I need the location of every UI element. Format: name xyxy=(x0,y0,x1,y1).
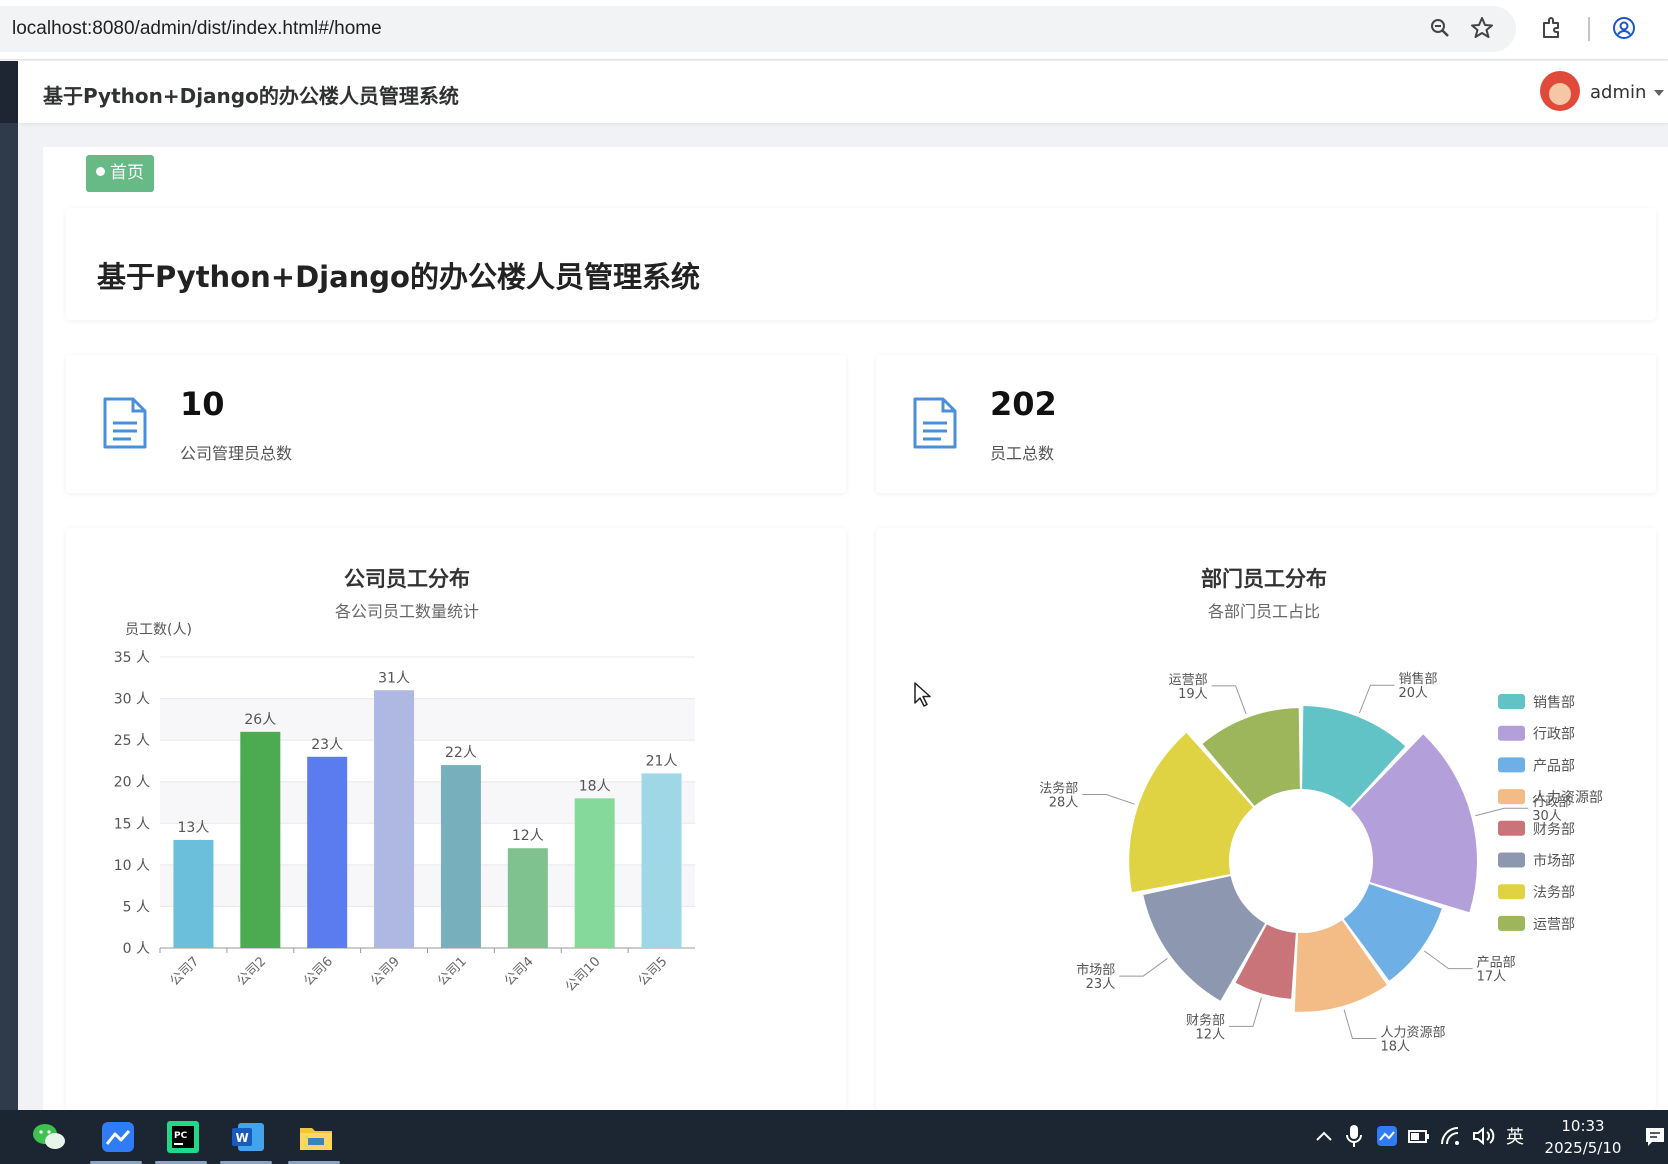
clock-date: 2025/5/10 xyxy=(1544,1139,1622,1157)
bar[interactable] xyxy=(507,848,548,948)
legend-swatch[interactable] xyxy=(1498,789,1525,805)
y-tick-label: 0 人 xyxy=(123,941,150,957)
legend-swatch[interactable] xyxy=(1498,694,1525,709)
bar-value-label: 22人 xyxy=(445,745,477,761)
bar-value-label: 26人 xyxy=(244,712,276,728)
pie-leader-line xyxy=(1211,685,1247,715)
legend-label[interactable]: 财务部 xyxy=(1533,822,1575,838)
svg-text:W: W xyxy=(236,1131,249,1145)
wechat-icon[interactable] xyxy=(31,1120,67,1154)
bar-chart-title: 公司员工分布 xyxy=(344,567,470,591)
y-tick-label: 15 人 xyxy=(114,816,150,832)
taskbar: PC W 英 10:33 2025/5/10 xyxy=(0,1110,1668,1164)
pie-label-value: 12人 xyxy=(1196,1027,1226,1042)
y-tick-label: 20 人 xyxy=(114,775,150,791)
cursor-icon xyxy=(914,682,931,707)
pie-label-value: 18人 xyxy=(1380,1039,1410,1054)
bar-chart-subtitle: 各公司员工数量统计 xyxy=(335,602,479,621)
pie-chart-subtitle: 各部门员工占比 xyxy=(1208,602,1320,621)
pie-label-name: 运营部 xyxy=(1169,673,1208,688)
pie-leader-line xyxy=(1424,950,1473,970)
bar[interactable] xyxy=(307,756,348,948)
legend-label[interactable]: 运营部 xyxy=(1533,917,1575,933)
bar-value-label: 23人 xyxy=(311,737,343,753)
legend-label[interactable]: 人力资源部 xyxy=(1533,790,1603,806)
x-tick-label: 公司2 xyxy=(234,954,269,989)
legend-label[interactable]: 销售部 xyxy=(1533,695,1575,711)
bar-value-label: 13人 xyxy=(178,820,210,836)
volume-icon[interactable] xyxy=(1472,1126,1496,1146)
x-tick-label: 公司9 xyxy=(368,954,403,989)
bar-value-label: 21人 xyxy=(646,753,678,769)
bar[interactable] xyxy=(440,765,481,948)
wifi-icon[interactable] xyxy=(1440,1126,1462,1146)
file-explorer-icon[interactable] xyxy=(298,1120,334,1154)
pie-label-name: 法务部 xyxy=(1039,780,1078,796)
bar-value-label: 31人 xyxy=(378,670,410,686)
legend-swatch[interactable] xyxy=(1498,915,1525,931)
pie-leader-line xyxy=(1119,958,1168,977)
feishu-tray-icon[interactable] xyxy=(1376,1125,1398,1147)
pie-label-name: 市场部 xyxy=(1076,962,1115,978)
y-tick-label: 10 人 xyxy=(114,858,150,874)
x-tick-label: 公司4 xyxy=(502,954,537,989)
chevron-up-icon[interactable] xyxy=(1314,1129,1334,1143)
grid-band xyxy=(160,698,695,741)
pie-label-value: 19人 xyxy=(1178,687,1208,702)
bar[interactable] xyxy=(173,839,214,948)
ime-indicator[interactable]: 英 xyxy=(1506,1123,1524,1149)
legend-swatch[interactable] xyxy=(1498,884,1525,900)
pie-leader-line xyxy=(1082,793,1135,805)
pycharm-icon[interactable]: PC xyxy=(165,1120,201,1154)
legend-label[interactable]: 产品部 xyxy=(1533,758,1575,774)
x-tick-label: 公司10 xyxy=(563,954,604,995)
grid-band xyxy=(160,864,695,907)
x-tick-label: 公司6 xyxy=(301,954,336,989)
bar[interactable] xyxy=(641,773,682,948)
pie-leader-line xyxy=(1475,807,1529,817)
bar[interactable] xyxy=(574,798,615,948)
legend-label[interactable]: 市场部 xyxy=(1533,853,1575,870)
legend-swatch[interactable] xyxy=(1498,852,1525,868)
notification-icon[interactable] xyxy=(1644,1126,1666,1148)
y-tick-label: 5 人 xyxy=(123,899,150,915)
x-tick-label: 公司7 xyxy=(167,954,202,989)
pie-label-name: 人力资源部 xyxy=(1380,1025,1445,1040)
bar-chart-ylabel: 员工数(人) xyxy=(125,622,192,638)
battery-icon[interactable] xyxy=(1408,1126,1430,1146)
bar[interactable] xyxy=(240,731,281,948)
pie-label-name: 销售部 xyxy=(1398,671,1437,687)
svg-text:PC: PC xyxy=(174,1131,188,1141)
bar-value-label: 12人 xyxy=(512,828,544,844)
pie-leader-line xyxy=(1358,684,1395,714)
pie-label-value: 23人 xyxy=(1086,977,1116,992)
x-tick-label: 公司1 xyxy=(435,954,470,989)
bar-value-label: 18人 xyxy=(579,778,611,794)
pie-label-value: 20人 xyxy=(1398,686,1428,701)
bar[interactable] xyxy=(374,690,415,948)
legend-label[interactable]: 行政部 xyxy=(1533,727,1575,743)
legend-swatch[interactable] xyxy=(1498,757,1525,773)
legend-swatch[interactable] xyxy=(1498,725,1525,741)
pie-chart-title: 部门员工分布 xyxy=(1201,567,1327,591)
microphone-icon[interactable] xyxy=(1346,1124,1362,1148)
y-tick-label: 30 人 xyxy=(114,692,150,708)
charts-layer: 公司员工分布 各公司员工数量统计 员工数(人) 0 人 5 人 10 人 15 人 20… xyxy=(114,567,1603,1054)
feishu-icon[interactable] xyxy=(100,1120,136,1154)
clock-time: 10:33 xyxy=(1561,1117,1605,1135)
pie-label-value: 17人 xyxy=(1477,970,1507,985)
y-tick-label: 35 人 xyxy=(114,650,150,666)
pie-label-name: 财务部 xyxy=(1186,1012,1225,1028)
legend-swatch[interactable] xyxy=(1498,820,1525,836)
pie-leader-line xyxy=(1343,1009,1377,1039)
legend-label[interactable]: 法务部 xyxy=(1533,885,1575,901)
pie-label-value: 28人 xyxy=(1049,795,1079,810)
grid-band xyxy=(160,781,695,824)
y-tick-label: 25 人 xyxy=(114,733,150,749)
word-icon[interactable]: W xyxy=(230,1120,266,1154)
pie-label-name: 产品部 xyxy=(1477,956,1516,971)
pie-leader-line xyxy=(1229,997,1262,1027)
x-tick-label: 公司5 xyxy=(636,954,671,989)
clock[interactable]: 10:33 2025/5/10 xyxy=(1538,1115,1628,1159)
